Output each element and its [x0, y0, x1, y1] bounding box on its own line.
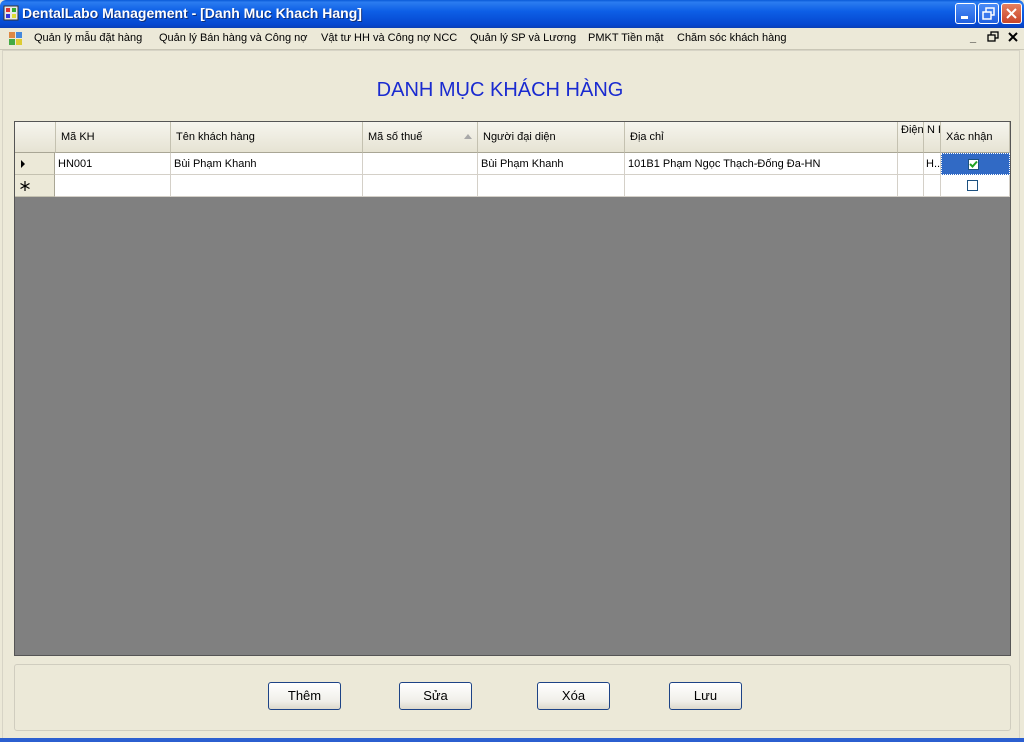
new-row-asterisk-icon [20, 181, 30, 191]
cell-nguoi-dai-dien[interactable]: Bùi Phạm Khanh [478, 153, 625, 175]
cell-dien-thoai[interactable] [898, 153, 924, 175]
mdi-restore-icon[interactable] [986, 31, 1000, 45]
close-button[interactable] [1001, 3, 1022, 24]
menu-pmkt-tien-mat[interactable]: PMKT Tiền mặt [588, 32, 664, 44]
column-header-ten-khach-hang[interactable]: Tên khách hàng [171, 122, 363, 153]
menu-quan-ly-ban-hang[interactable]: Quản lý Bán hàng và Công nợ [159, 32, 307, 44]
xac-nhan-checkbox[interactable] [968, 159, 979, 170]
new-cell-xac-nhan[interactable] [941, 175, 1010, 197]
column-header-dia-chi[interactable]: Địa chỉ [625, 122, 898, 153]
cell-dia-chi[interactable]: 101B1 Phạm Ngọc Thạch-Đống Đa-HN [625, 153, 898, 175]
cell-ten-kh[interactable]: Bùi Phạm Khanh [171, 153, 363, 175]
row-header-new[interactable] [15, 175, 55, 197]
menu-quan-ly-mau-dat-hang[interactable]: Quản lý mẫu đặt hàng [34, 32, 142, 44]
luu-button[interactable]: Lưu [669, 682, 742, 710]
close-icon [1006, 8, 1017, 19]
them-button[interactable]: Thêm [268, 682, 341, 710]
sua-button[interactable]: Sửa [399, 682, 472, 710]
cell-ma-so-thue[interactable] [363, 153, 478, 175]
customer-grid[interactable]: Mã KH Tên khách hàng Mã số thuế Người đạ… [14, 121, 1011, 656]
new-xac-nhan-checkbox[interactable] [967, 180, 978, 191]
new-cell-ten-kh[interactable] [171, 175, 363, 197]
column-header-nguoi-dai-dien[interactable]: Người đại diện [478, 122, 625, 153]
mdi-child-icon[interactable] [9, 32, 22, 45]
current-row-arrow-icon [21, 160, 25, 168]
new-cell-nguoi-dai-dien[interactable] [478, 175, 625, 197]
new-cell-nk[interactable] [924, 175, 941, 197]
xoa-button[interactable]: Xóa [537, 682, 610, 710]
new-cell-dien-thoai[interactable] [898, 175, 924, 197]
minimize-icon [961, 16, 968, 19]
menu-cham-soc-khach-hang[interactable]: Chăm sóc khách hàng [677, 32, 786, 44]
menu-quan-ly-sp-luong[interactable]: Quản lý SP và Lương [470, 32, 576, 44]
column-header-nk[interactable]: N K [924, 122, 941, 153]
restore-button[interactable] [978, 3, 999, 24]
column-header-ma-so-thue[interactable]: Mã số thuế [363, 122, 478, 153]
app-icon [3, 5, 19, 21]
taskbar-edge [0, 738, 1024, 742]
button-panel [14, 664, 1011, 731]
page-title: DANH MỤC KHÁCH HÀNG [376, 79, 624, 101]
checkmark-icon [969, 160, 978, 168]
cell-nk[interactable]: H.. [924, 153, 941, 175]
cell-ma-kh[interactable]: HN001 [55, 153, 171, 175]
mdi-close-icon[interactable] [1006, 31, 1020, 45]
restore-icon [982, 7, 995, 20]
grid-corner-header[interactable] [15, 122, 56, 153]
column-header-ma-kh[interactable]: Mã KH [56, 122, 171, 153]
cell-xac-nhan-selected[interactable] [941, 153, 1010, 175]
column-header-xac-nhan[interactable]: Xác nhận [941, 122, 1010, 153]
mdi-minimize-icon[interactable]: _ [966, 31, 980, 45]
new-cell-ma-kh[interactable] [55, 175, 171, 197]
new-cell-dia-chi[interactable] [625, 175, 898, 197]
menu-vat-tu-hh[interactable]: Vật tư HH và Công nợ NCC [321, 32, 457, 44]
row-header-current[interactable] [15, 153, 55, 175]
window-titlebar: DentalLabo Management - [Danh Muc Khach … [0, 0, 1024, 28]
window-title: DentalLabo Management - [Danh Muc Khach … [22, 5, 362, 21]
menu-bar: Quản lý mẫu đặt hàng Quản lý Bán hàng và… [0, 28, 1024, 50]
column-header-dien-thoai[interactable]: Điện thoại [898, 122, 924, 153]
column-header-ma-so-thue-label: Mã số thuế [368, 131, 423, 143]
minimize-button[interactable] [955, 3, 976, 24]
sort-ascending-icon [464, 134, 472, 139]
new-cell-ma-so-thue[interactable] [363, 175, 478, 197]
